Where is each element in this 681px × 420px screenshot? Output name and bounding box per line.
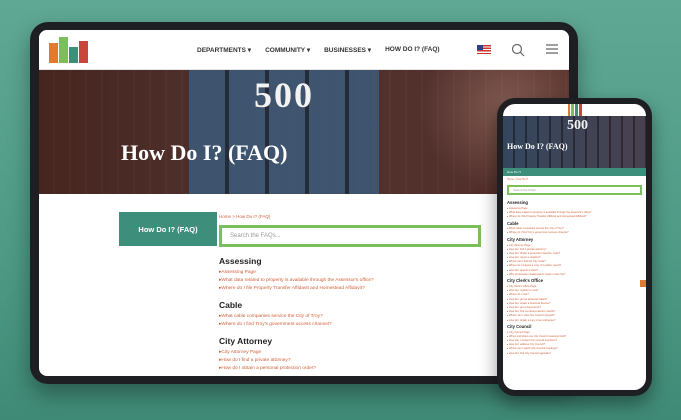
site-header: DEPARTMENTS ▾ COMMUNITY ▾ BUSINESSES ▾ H… <box>39 30 569 70</box>
phone-section-title: City Council <box>507 324 532 330</box>
faq-link[interactable]: Where do I find Troy's government access… <box>219 322 479 327</box>
nav-faq[interactable]: HOW DO I? (FAQ) <box>385 46 440 54</box>
page-title: How Do I? (FAQ) <box>121 140 288 165</box>
troy-logo[interactable] <box>49 36 93 63</box>
phone-screen: 500 How Do I? (FAQ) How Do I? Home > How… <box>503 104 646 390</box>
section-title: City Attorney <box>219 336 273 346</box>
us-flag-icon[interactable] <box>477 45 491 54</box>
tablet-screen: DEPARTMENTS ▾ COMMUNITY ▾ BUSINESSES ▾ H… <box>39 30 569 376</box>
header-tools <box>477 43 559 57</box>
faq-link[interactable]: How do I find a private attorney? <box>219 358 479 363</box>
building-number: 500 <box>567 118 588 133</box>
phone-hero: 500 How Do I? (FAQ) <box>503 116 646 168</box>
phone-faq-link[interactable]: ▸ How do I find City Council agendas? <box>503 351 646 355</box>
phone-search-input[interactable]: Search the FAQs... <box>507 185 642 195</box>
phone-section-band[interactable]: How Do I? <box>503 168 646 176</box>
phone-device: 500 How Do I? (FAQ) How Do I? Home > How… <box>497 98 652 396</box>
phone-section-title: City Clerk's Office <box>507 278 543 284</box>
breadcrumb[interactable]: Home > How Do I? (FAQ) <box>219 214 479 219</box>
section-title: Assessing <box>219 256 262 266</box>
troy-logo[interactable] <box>567 104 582 116</box>
feedback-tab[interactable] <box>640 280 646 287</box>
tablet-device: DEPARTMENTS ▾ COMMUNITY ▾ BUSINESSES ▾ H… <box>30 22 578 384</box>
nav-businesses[interactable]: BUSINESSES ▾ <box>324 46 371 54</box>
nav-community[interactable]: COMMUNITY ▾ <box>265 46 310 54</box>
hero-banner: 500 How Do I? (FAQ) <box>39 70 569 194</box>
sidebar-current-page[interactable]: How Do I? (FAQ) <box>119 212 217 246</box>
faq-content: Home > How Do I? (FAQ) Search the FAQs..… <box>219 214 481 374</box>
phone-breadcrumb[interactable]: Home > How Do I? <box>503 176 646 183</box>
faq-link[interactable]: Assessing Page <box>219 270 479 275</box>
phone-section-title: Assessing <box>507 200 528 205</box>
faq-link[interactable]: What cable companies service the City of… <box>219 314 479 319</box>
menu-icon[interactable] <box>545 43 559 57</box>
nav-departments[interactable]: DEPARTMENTS ▾ <box>197 46 251 54</box>
faq-link[interactable]: Where do I file Property Transfer Affida… <box>219 286 479 291</box>
faq-link[interactable]: What data related to property is availab… <box>219 278 479 283</box>
phone-page-title: How Do I? (FAQ) <box>507 142 568 151</box>
faq-link[interactable]: City Attorney Page <box>219 350 479 355</box>
search-icon[interactable] <box>511 43 525 57</box>
phone-section-title: Cable <box>507 220 519 226</box>
page-body: How Do I? (FAQ) Home > How Do I? (FAQ) S… <box>39 194 569 374</box>
building-number: 500 <box>254 75 314 115</box>
phone-header <box>503 104 646 116</box>
faq-link[interactable]: How do I obtain a personal protection or… <box>219 366 479 371</box>
phone-faq-list: Assessing ▸ Assessing Page ▸ What data rel… <box>503 198 646 355</box>
faq-search-input[interactable]: Search the FAQs... <box>219 225 481 247</box>
section-title: Cable <box>219 300 243 310</box>
phone-section-title: City Attorney <box>507 236 534 242</box>
main-nav: DEPARTMENTS ▾ COMMUNITY ▾ BUSINESSES ▾ H… <box>197 46 440 54</box>
